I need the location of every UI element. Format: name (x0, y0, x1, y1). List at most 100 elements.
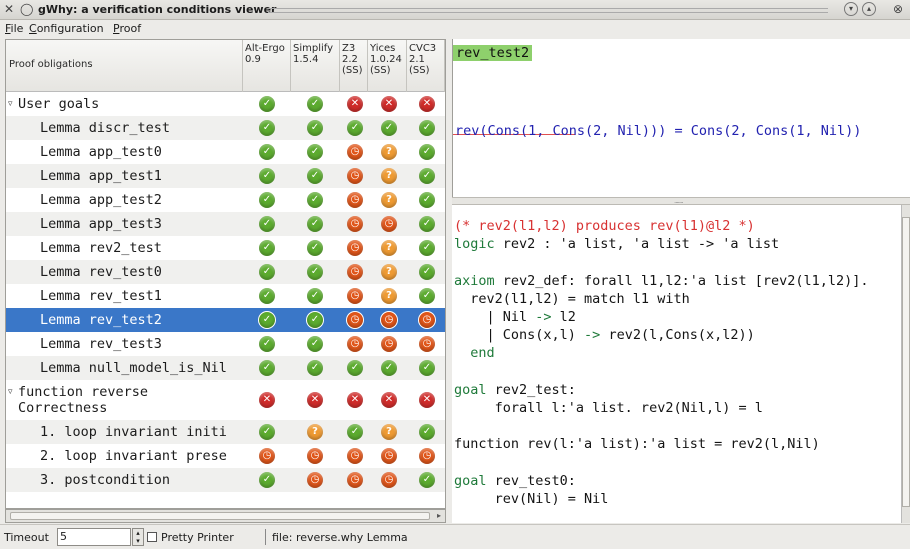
prover-status-cell[interactable]: ◷ (347, 240, 363, 256)
tree-row[interactable]: Lemma app_test2 ✓ ✓ ◷? ✓ (6, 188, 445, 212)
prover-status-cell[interactable]: ◷ (347, 312, 363, 328)
tree-horizontal-scrollbar[interactable]: ◂ ▸ (5, 509, 446, 523)
prover-status-cell[interactable]: ✕ (307, 392, 323, 408)
prover-status-cell[interactable]: ◷ (347, 472, 363, 488)
prover-status-cell[interactable]: ✕ (259, 392, 275, 408)
source-pane[interactable]: (* rev2(l1,l2) produces rev(l1)@l2 *) log… (452, 205, 902, 523)
prover-status-cell[interactable]: ◷ (381, 472, 397, 488)
prover-status-cell[interactable]: ✓ (307, 360, 323, 376)
tree-row[interactable]: Lemma null_model_is_Nil ✓ ✓ ✓ ✓ ✓ (6, 356, 445, 380)
scrollbar-thumb[interactable] (10, 512, 430, 520)
prover-status-cell[interactable]: ✓ (259, 336, 275, 352)
timeout-spinner[interactable]: ▴ ▾ (132, 528, 144, 546)
prover-status-cell[interactable]: ? (381, 264, 397, 280)
prover-status-cell[interactable]: ◷ (347, 192, 363, 208)
prover-status-cell[interactable]: ◷ (307, 448, 323, 464)
prover-status-cell[interactable]: ? (381, 240, 397, 256)
prover-status-cell[interactable]: ✕ (419, 392, 435, 408)
prover-status-cell[interactable]: ? (381, 288, 397, 304)
prover-status-cell[interactable]: ✓ (419, 216, 435, 232)
prover-status-cell[interactable]: ✓ (419, 144, 435, 160)
prover-status-cell[interactable]: ◷ (381, 448, 397, 464)
prover-status-cell[interactable]: ✓ (259, 120, 275, 136)
prover-status-cell[interactable]: ✓ (307, 192, 323, 208)
prover-status-cell[interactable]: ✓ (307, 312, 323, 328)
prover-status-cell[interactable]: ✓ (307, 216, 323, 232)
prover-status-cell[interactable]: ✓ (307, 96, 323, 112)
pane-splitter[interactable]: ······· (452, 197, 910, 207)
close-icon[interactable]: ⊗ (893, 2, 903, 17)
prover-status-cell[interactable]: ✓ (307, 288, 323, 304)
tree-row[interactable]: Lemma app_test0 ✓ ✓ ◷? ✓ (6, 140, 445, 164)
prover-status-cell[interactable]: ✓ (307, 144, 323, 160)
tree-row[interactable]: 3. postcondition ✓ ◷ ◷ ◷ ✓ (6, 468, 445, 492)
prover-status-cell[interactable]: ✓ (259, 216, 275, 232)
prover-status-cell[interactable]: ✓ (307, 120, 323, 136)
prover-status-cell[interactable]: ◷ (419, 312, 435, 328)
prover-status-cell[interactable]: ◷ (347, 336, 363, 352)
prover-status-cell[interactable]: ✓ (381, 120, 397, 136)
prover-status-cell[interactable]: ✓ (419, 192, 435, 208)
scroll-right-icon[interactable]: ▸ (433, 510, 445, 522)
prover-status-cell[interactable]: ✕ (381, 392, 397, 408)
scrollbar-thumb[interactable] (902, 217, 910, 507)
window-menu-icon[interactable]: ✕ (4, 2, 14, 17)
prover-status-cell[interactable]: ✓ (259, 360, 275, 376)
tree-row[interactable]: 2. loop invariant prese ◷ ◷ ◷ ◷ ◷ (6, 444, 445, 468)
prover-status-cell[interactable]: ? (381, 424, 397, 440)
prover-status-cell[interactable]: ✓ (419, 120, 435, 136)
timeout-input[interactable]: 5 (57, 528, 131, 546)
expander-icon[interactable]: ▿ (8, 99, 13, 109)
prover-status-cell[interactable]: ? (307, 424, 323, 440)
prover-status-cell[interactable]: ◷ (419, 448, 435, 464)
tree-row[interactable]: Lemma rev_test2 ✓ ✓ ◷ ◷ ◷ (6, 308, 445, 332)
prover-status-cell[interactable]: ✓ (381, 360, 397, 376)
prover-status-cell[interactable]: ✓ (419, 264, 435, 280)
tree-group-row[interactable]: ▿ function reverse Correctness ✕ ✕ ✕ ✕ ✕ (6, 380, 445, 420)
prover-status-cell[interactable]: ✓ (307, 264, 323, 280)
prover-status-cell[interactable]: ✕ (381, 96, 397, 112)
tree-row[interactable]: Lemma app_test1 ✓ ✓ ◷? ✓ (6, 164, 445, 188)
tree-row[interactable]: 1. loop invariant initi ✓? ✓? ✓ (6, 420, 445, 444)
tree-row[interactable]: Lemma rev_test0 ✓ ✓ ◷? ✓ (6, 260, 445, 284)
prover-status-cell[interactable]: ✕ (347, 392, 363, 408)
prover-status-cell[interactable]: ◷ (307, 472, 323, 488)
prover-status-cell[interactable]: ✓ (259, 96, 275, 112)
column-header-prover[interactable]: Simplify 1.5.4 (291, 40, 340, 92)
prover-status-cell[interactable]: ✓ (259, 192, 275, 208)
prover-status-cell[interactable]: ✓ (259, 144, 275, 160)
prover-status-cell[interactable]: ✓ (307, 168, 323, 184)
prover-status-cell[interactable]: ◷ (419, 336, 435, 352)
pretty-printer-checkbox[interactable] (147, 532, 157, 542)
column-header-prover[interactable]: CVC3 2.1 (SS) (407, 40, 445, 92)
maximize-icon[interactable]: ▴ (862, 2, 876, 16)
prover-status-cell[interactable]: ◷ (381, 336, 397, 352)
prover-status-cell[interactable]: ✓ (259, 424, 275, 440)
source-vertical-scrollbar[interactable] (901, 205, 910, 523)
tree-row[interactable]: Lemma discr_test ✓ ✓ ✓ ✓ ✓ (6, 116, 445, 140)
prover-status-cell[interactable]: ✓ (419, 360, 435, 376)
tree-row[interactable]: Lemma rev2_test ✓ ✓ ◷? ✓ (6, 236, 445, 260)
menu-file[interactable]: File (5, 22, 23, 35)
prover-status-cell[interactable]: ◷ (347, 144, 363, 160)
prover-status-cell[interactable]: ✓ (419, 288, 435, 304)
prover-status-cell[interactable]: ✓ (307, 240, 323, 256)
prover-status-cell[interactable]: ? (381, 168, 397, 184)
prover-status-cell[interactable]: ◷ (347, 168, 363, 184)
prover-status-cell[interactable]: ✓ (347, 120, 363, 136)
prover-status-cell[interactable]: ✕ (419, 96, 435, 112)
prover-status-cell[interactable]: ✓ (419, 168, 435, 184)
tree-group-row[interactable]: ▿ User goals ✓ ✓ ✕ ✕ ✕ (6, 92, 445, 116)
prover-status-cell[interactable]: ✓ (419, 240, 435, 256)
minimize-icon[interactable]: ▾ (844, 2, 858, 16)
prover-status-cell[interactable]: ✕ (347, 96, 363, 112)
prover-status-cell[interactable]: ✓ (307, 336, 323, 352)
prover-status-cell[interactable]: ◷ (347, 288, 363, 304)
prover-status-cell[interactable]: ✓ (259, 264, 275, 280)
prover-status-cell[interactable]: ✓ (419, 472, 435, 488)
prover-status-cell[interactable]: ◷ (259, 448, 275, 464)
prover-status-cell[interactable]: ◷ (347, 216, 363, 232)
menu-proof[interactable]: Proof (113, 22, 141, 35)
sticky-icon[interactable]: ◯ (20, 2, 33, 17)
prover-status-cell[interactable]: ✓ (347, 360, 363, 376)
